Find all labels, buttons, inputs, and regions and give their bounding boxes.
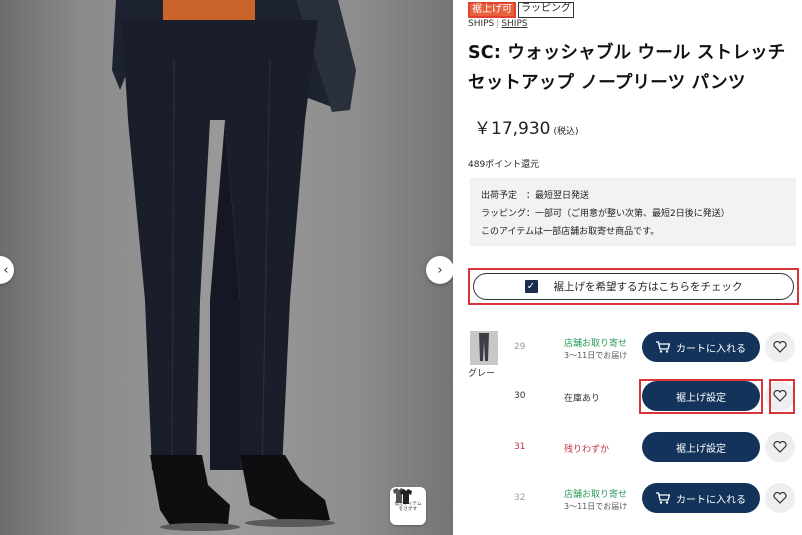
chevron-right-icon: › xyxy=(437,262,443,278)
hemming-settings-button[interactable]: 裾上げ設定 xyxy=(642,432,760,462)
shirts-icon xyxy=(393,488,412,504)
size-label: 31 xyxy=(514,442,526,452)
cart-icon xyxy=(656,341,670,353)
price: ￥17,930 (税込) xyxy=(474,114,579,139)
hemming-checkbox-button[interactable]: ✓ 裾上げを希望する方はこちらをチェック xyxy=(473,273,794,300)
add-to-cart-button[interactable]: カートに入れる xyxy=(642,332,760,362)
stock-status: 残りわずか xyxy=(564,445,610,455)
product-info-panel: 裾上げ可 ラッピング SHIPS | SHIPS SC: ウォッシャブル ウール ス… xyxy=(468,0,802,535)
chevron-left-icon: ‹ xyxy=(3,262,9,278)
shipping-schedule: 出荷予定 ：最短翌日発送 xyxy=(481,191,590,201)
find-similar-items-button[interactable]: 似たアイテム をさがす xyxy=(390,487,426,525)
stock-status: 店舗お取り寄せ 3〜11日でお届け xyxy=(564,490,628,511)
tax-note: (税込) xyxy=(553,127,579,137)
heart-icon xyxy=(773,489,787,508)
favorite-highlight xyxy=(769,379,795,414)
size-row: 32 店舗お取り寄せ 3〜11日でお届け カートに入れる xyxy=(468,482,802,516)
badge-list: 裾上げ可 ラッピング xyxy=(468,2,574,18)
hemming-button-highlight xyxy=(639,379,763,414)
points-reward: 489ポイント還元 xyxy=(468,160,540,170)
size-label: 30 xyxy=(514,391,526,401)
favorite-button[interactable] xyxy=(765,483,795,513)
color-name: グレー xyxy=(468,369,496,379)
shipping-info-box: 出荷予定 ：最短翌日発送 ラッピング：一部可（ご用意が整い次第、最短2日後に発送… xyxy=(470,178,796,246)
delivery-estimate: 3〜11日でお届け xyxy=(564,351,628,360)
store-order-note: このアイテムは一部店舗お取寄せ商品です。 xyxy=(481,227,660,237)
product-image-gallery[interactable]: ‹ › 似たアイテム をさがす xyxy=(0,0,453,535)
favorite-button[interactable] xyxy=(765,332,795,362)
stock-status: 店舗お取り寄せ 3〜11日でお届け xyxy=(564,339,628,360)
size-label: 32 xyxy=(514,493,526,503)
brand-name: SHIPS xyxy=(468,19,495,29)
product-title: SC: ウォッシャブル ウール ストレッチ セットアップ ノープリーツ パンツ xyxy=(468,43,786,93)
next-image-button[interactable]: › xyxy=(426,256,453,284)
delivery-estimate: 3〜11日でお届け xyxy=(564,502,628,511)
wrapping-info: ラッピング：一部可（ご用意が整い次第、最短2日後に発送） xyxy=(481,209,730,219)
size-row: 31 残りわずか 裾上げ設定 xyxy=(468,431,802,465)
hemming-check-label: 裾上げを希望する方はこちらをチェック xyxy=(553,281,743,293)
size-label: 29 xyxy=(514,342,526,352)
size-row: 29 店舗お取り寄せ 3〜11日でお届け カートに入れる xyxy=(468,331,802,365)
similar-label-line2: をさがす xyxy=(398,506,418,512)
product-photo xyxy=(112,0,356,531)
heart-icon xyxy=(773,438,787,457)
hemming-available-badge: 裾上げ可 xyxy=(468,2,516,18)
cart-icon xyxy=(656,492,670,504)
heart-icon xyxy=(773,338,787,357)
brand-line: SHIPS | SHIPS xyxy=(468,19,528,29)
hemming-check-highlight: ✓ 裾上げを希望する方はこちらをチェック xyxy=(468,268,799,305)
wrapping-badge: ラッピング xyxy=(518,2,574,18)
stock-status: 在庫あり xyxy=(564,394,601,404)
checkbox-checked-icon[interactable]: ✓ xyxy=(524,280,538,293)
price-value: ￥17,930 xyxy=(474,119,551,139)
add-to-cart-button[interactable]: カートに入れる xyxy=(642,483,760,513)
favorite-button[interactable] xyxy=(765,432,795,462)
brand-link[interactable]: SHIPS xyxy=(501,19,527,29)
